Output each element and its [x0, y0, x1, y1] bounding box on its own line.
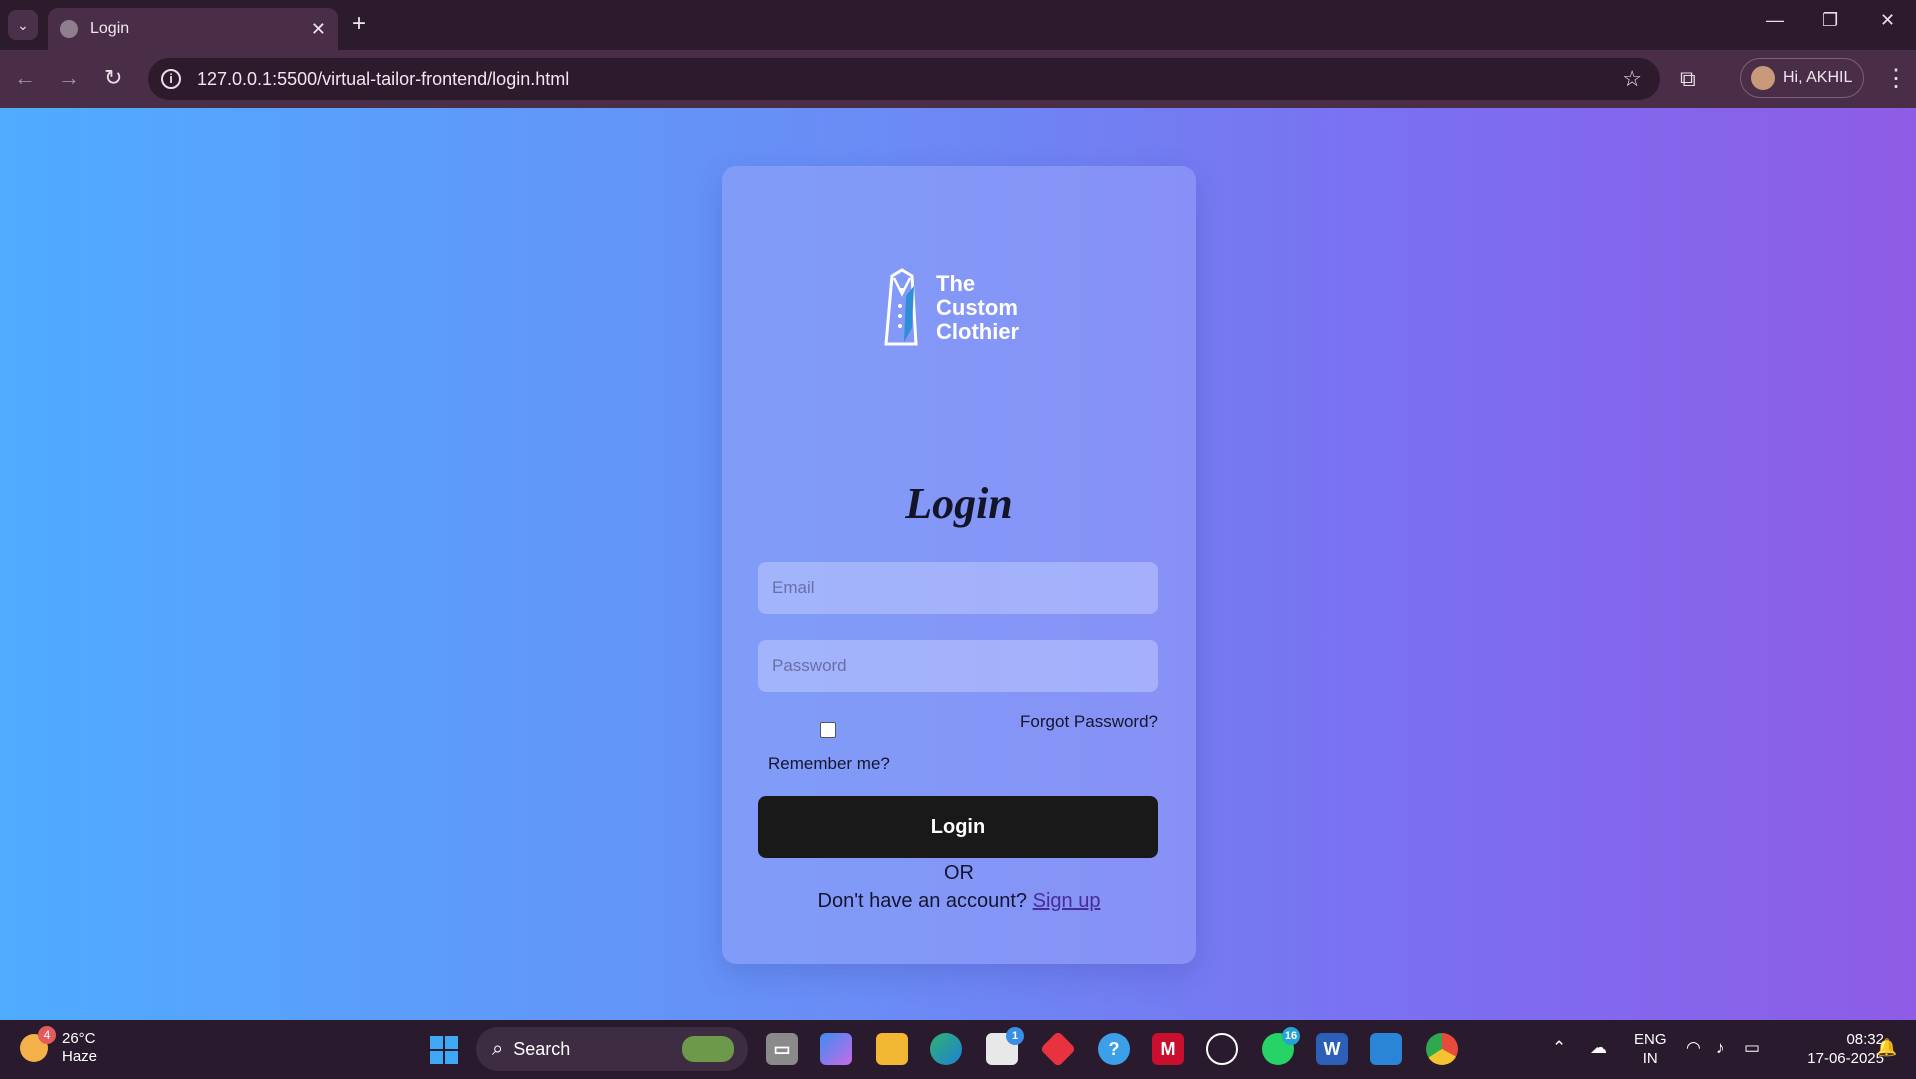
wifi-icon[interactable]: ◠	[1686, 1038, 1701, 1058]
tab-search-button[interactable]: ⌄	[8, 10, 38, 40]
search-highlight-image	[682, 1036, 734, 1062]
edge-icon[interactable]	[930, 1033, 962, 1065]
back-icon[interactable]: ←	[14, 66, 36, 90]
site-info-icon[interactable]: i	[161, 69, 181, 89]
avatar	[1751, 66, 1775, 90]
brand-logo: The Custom Clothier	[872, 266, 1042, 350]
mcafee-icon[interactable]: M	[1152, 1033, 1184, 1065]
whatsapp-icon[interactable]: 16	[1262, 1027, 1300, 1065]
address-bar[interactable]: i 127.0.0.1:5500/virtual-tailor-frontend…	[148, 58, 1660, 100]
tab-title: Login	[90, 20, 130, 37]
minimize-button[interactable]: —	[1766, 10, 1784, 31]
chrome-icon[interactable]	[1426, 1033, 1458, 1065]
sun-icon: 4	[20, 1026, 56, 1062]
show-hidden-icons[interactable]: ⌃	[1552, 1038, 1566, 1058]
remember-me-checkbox[interactable]	[820, 722, 836, 738]
jacket-icon	[884, 268, 918, 346]
weather-condition: Haze	[62, 1048, 98, 1065]
whatsapp-badge: 16	[1282, 1027, 1300, 1045]
close-tab-icon[interactable]: ✕	[311, 19, 326, 40]
signup-link[interactable]: Sign up	[1033, 890, 1101, 912]
date: 17-06-2025	[1807, 1050, 1884, 1067]
url-text[interactable]: 127.0.0.1:5500/virtual-tailor-frontend/l…	[197, 69, 1622, 90]
browser-tab-bar: ⌄ Login ✕ + — ❐ ✕	[0, 0, 1916, 50]
taskbar-search[interactable]: ⌕ Search	[476, 1027, 748, 1071]
browser-toolbar: ← → ↻ i 127.0.0.1:5500/virtual-tailor-fr…	[0, 50, 1916, 108]
new-tab-button[interactable]: +	[352, 10, 366, 38]
forgot-password-link[interactable]: Forgot Password?	[1020, 712, 1158, 732]
copilot-icon[interactable]	[820, 1033, 852, 1065]
extensions-icon[interactable]: ⧉	[1680, 66, 1696, 92]
profile-button[interactable]: Hi, AKHIL	[1740, 58, 1864, 98]
weather-badge: 4	[38, 1026, 56, 1044]
restore-button[interactable]: ❐	[1822, 10, 1838, 31]
reload-icon[interactable]: ↻	[104, 66, 122, 90]
language-indicator[interactable]: ENG IN	[1634, 1030, 1667, 1068]
vscode-icon[interactable]	[1370, 1033, 1402, 1065]
or-divider: OR	[944, 862, 974, 884]
weather-widget[interactable]: 4 26°C Haze	[20, 1026, 98, 1066]
help-icon[interactable]: ?	[1098, 1033, 1130, 1065]
profile-label: Hi, AKHIL	[1783, 69, 1853, 86]
forward-icon[interactable]: →	[58, 66, 80, 90]
anydesk-icon[interactable]	[1039, 1030, 1077, 1068]
word-icon[interactable]: W	[1316, 1033, 1348, 1065]
time: 08:32	[1846, 1031, 1884, 1048]
store-icon[interactable]: 1	[986, 1027, 1024, 1065]
onedrive-icon[interactable]: ☁	[1590, 1038, 1607, 1058]
chatgpt-icon[interactable]	[1206, 1033, 1238, 1065]
brand-name: The Custom Clothier	[936, 271, 1020, 344]
signup-prompt: Don't have an account? Sign up	[722, 890, 1196, 913]
page-viewport: The Custom Clothier Login Remember me? F…	[0, 108, 1916, 1020]
close-window-button[interactable]: ✕	[1880, 10, 1895, 31]
browser-tab[interactable]: Login ✕	[48, 8, 338, 50]
password-field[interactable]	[758, 640, 1158, 692]
store-badge: 1	[1006, 1027, 1024, 1045]
search-icon: ⌕	[492, 1037, 504, 1060]
search-label: Search	[513, 1038, 571, 1059]
temperature: 26°C	[62, 1030, 96, 1047]
taskbar: 4 26°C Haze ⌕ Search ▭ 1 ? M 16 W ⌃ ☁ EN…	[0, 1020, 1916, 1079]
email-field[interactable]	[758, 562, 1158, 614]
bookmark-star-icon[interactable]: ☆	[1622, 66, 1642, 92]
task-view-icon[interactable]: ▭	[766, 1033, 798, 1065]
signup-prompt-text: Don't have an account?	[817, 890, 1028, 912]
file-explorer-icon[interactable]	[876, 1033, 908, 1065]
page-title: Login	[905, 479, 1013, 528]
globe-icon	[60, 20, 78, 38]
volume-icon[interactable]: ♪	[1716, 1038, 1725, 1058]
start-button[interactable]	[430, 1036, 458, 1064]
login-card: The Custom Clothier Login Remember me? F…	[722, 166, 1196, 964]
login-button[interactable]: Login	[758, 796, 1158, 858]
clock[interactable]: 08:32 17-06-2025	[1784, 1030, 1884, 1068]
battery-icon[interactable]: ▭	[1744, 1038, 1760, 1058]
menu-icon[interactable]: ⋮	[1884, 64, 1908, 93]
notification-bell-icon[interactable]: 🔔	[1876, 1038, 1897, 1058]
remember-me-label: Remember me?	[768, 754, 890, 773]
